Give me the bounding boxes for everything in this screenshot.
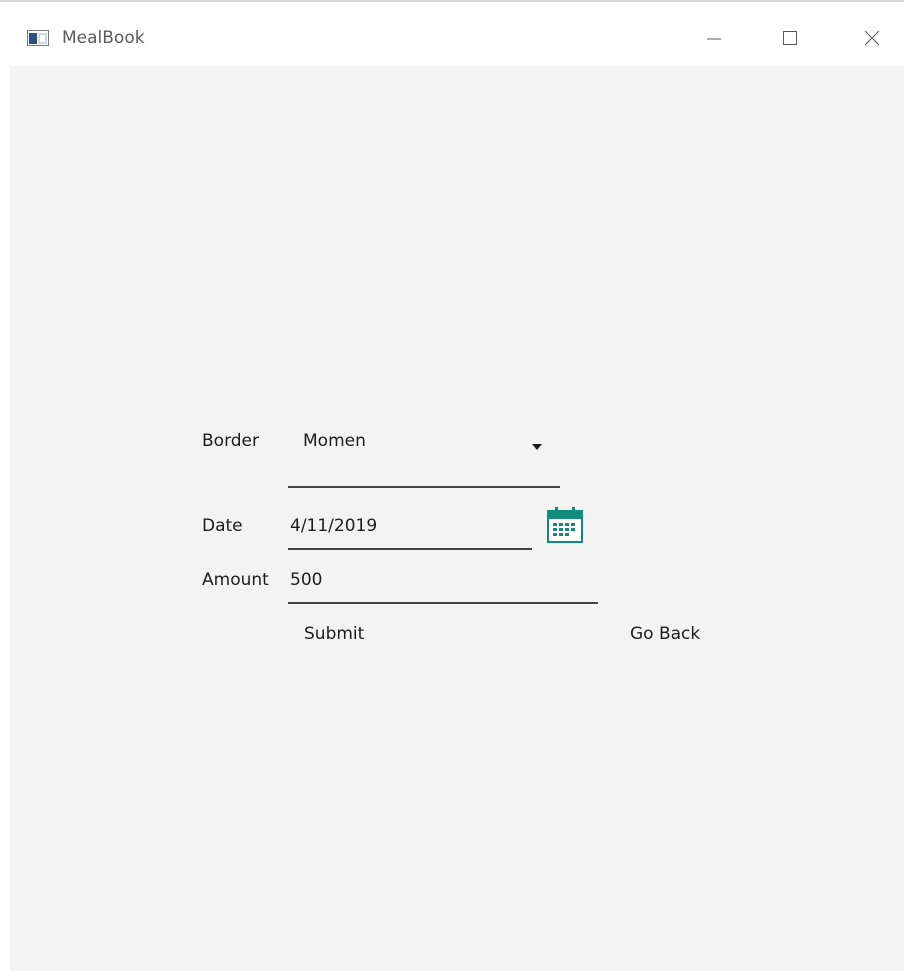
maximize-icon	[783, 31, 797, 45]
submit-button[interactable]: Submit	[304, 623, 364, 645]
amount-label: Amount	[202, 570, 269, 590]
app-window-icon	[27, 30, 49, 46]
border-combobox[interactable]: Momen	[288, 424, 560, 494]
desktop-edge	[0, 0, 904, 10]
border-label: Border	[202, 431, 259, 451]
maximize-button[interactable]	[776, 24, 804, 52]
close-icon	[864, 30, 880, 46]
date-label: Date	[202, 516, 243, 536]
window-title: MealBook	[62, 28, 145, 48]
calendar-icon[interactable]	[546, 506, 584, 544]
minimize-button[interactable]	[700, 24, 728, 52]
app-window: MealBook Border Momen Date 4/11/2019 Amo…	[10, 10, 904, 971]
minimize-icon	[707, 38, 721, 40]
date-value: 4/11/2019	[290, 516, 378, 536]
date-field-underline	[288, 548, 532, 550]
amount-input-underline	[288, 602, 598, 604]
form-area: Border Momen Date 4/11/2019 Amount 500 S…	[10, 66, 904, 971]
close-button[interactable]	[858, 24, 886, 52]
go-back-button[interactable]: Go Back	[630, 623, 700, 645]
date-picker-field[interactable]: 4/11/2019	[288, 501, 532, 551]
amount-value: 500	[290, 570, 323, 590]
title-bar[interactable]: MealBook	[10, 10, 904, 66]
border-selected-value: Momen	[303, 431, 366, 451]
amount-input[interactable]: 500	[288, 558, 598, 604]
dropdown-arrow-icon[interactable]	[532, 444, 542, 450]
screen: MealBook Border Momen Date 4/11/2019 Amo…	[0, 0, 904, 971]
border-combobox-underline	[288, 486, 560, 488]
